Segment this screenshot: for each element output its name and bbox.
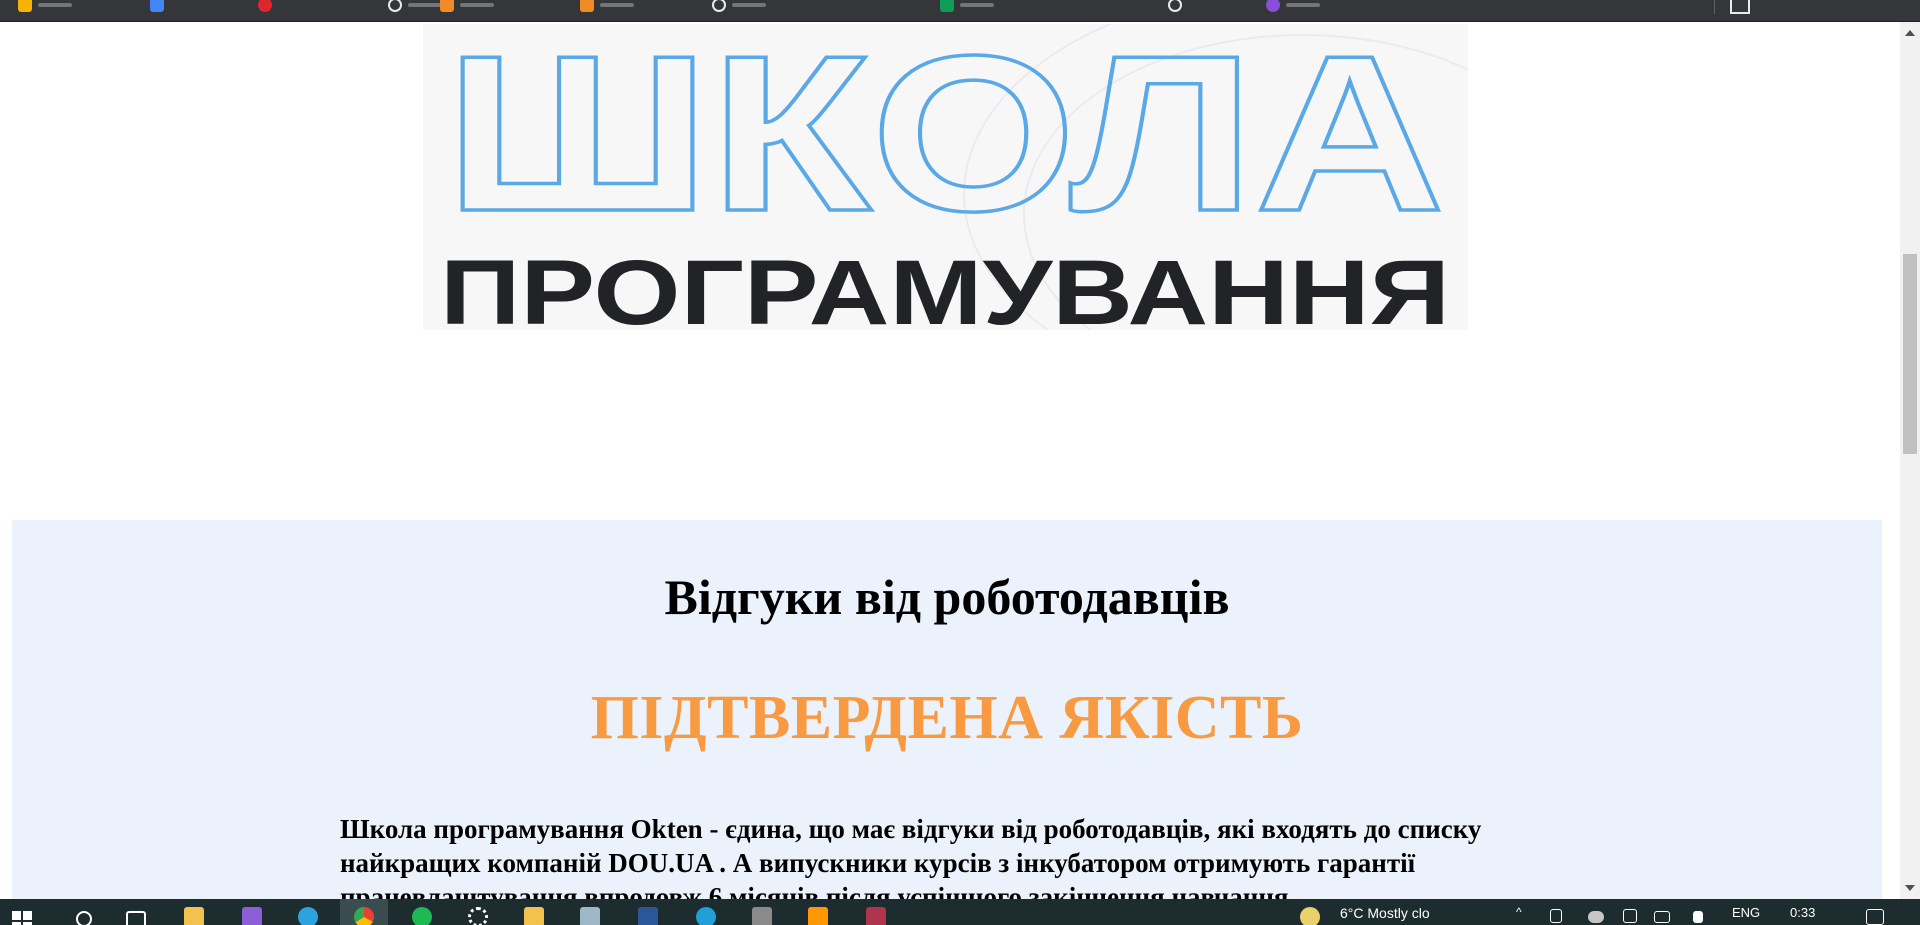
reading-list-icon[interactable] xyxy=(1730,0,1750,14)
sheets-icon xyxy=(18,0,32,12)
section-title: Відгуки від роботодавців xyxy=(664,569,1230,625)
taskbar-chrome[interactable] xyxy=(340,899,388,925)
telegram-icon xyxy=(298,907,318,925)
bookmark-orange[interactable] xyxy=(440,0,494,14)
taskbar-sublime[interactable] xyxy=(794,899,842,925)
sublime-icon xyxy=(808,907,828,925)
green-sheet-icon xyxy=(940,0,954,12)
orange-bars-icon xyxy=(440,0,454,12)
notification-icon xyxy=(1866,909,1884,925)
taskbar-task-view[interactable] xyxy=(112,899,160,925)
tray-network[interactable] xyxy=(1650,899,1674,925)
notes-icon xyxy=(524,907,544,925)
section-paragraph: Школа програмування Okten - єдина, що ма… xyxy=(340,814,1482,899)
taskbar-m-app[interactable] xyxy=(738,899,786,925)
visual-studio-icon xyxy=(242,907,262,925)
employer-reviews-section: Відгуки від роботодавців ПІДТВЕРДЕНА ЯКІ… xyxy=(12,520,1882,899)
taskbar-notes[interactable] xyxy=(510,899,558,925)
logo-title-line1: ШКОЛА xyxy=(445,24,1445,258)
bookmark-orange-2[interactable] xyxy=(580,0,634,14)
clock-time[interactable]: 0:33 xyxy=(1790,905,1815,920)
winrar-icon xyxy=(866,907,886,925)
bookmark-wordpress[interactable] xyxy=(1168,0,1182,14)
tray-icon-1[interactable] xyxy=(1544,899,1568,925)
bookmarks-bar xyxy=(0,0,1920,22)
bookmark-green-sheet[interactable] xyxy=(940,0,994,14)
taskbar-winrar[interactable] xyxy=(852,899,900,925)
page-scrollbar[interactable] xyxy=(1900,22,1920,899)
show-hidden-icons-icon[interactable]: ^ xyxy=(1516,905,1522,919)
taskbar-spotify[interactable] xyxy=(398,899,446,925)
taskbar-word[interactable] xyxy=(624,899,672,925)
weather-widget[interactable] xyxy=(1290,899,1330,925)
taskbar-file-explorer[interactable] xyxy=(170,899,218,925)
spotify-icon xyxy=(412,907,432,925)
edge-icon xyxy=(696,907,716,925)
language-indicator[interactable]: ENG xyxy=(1732,905,1760,920)
tray-volume[interactable] xyxy=(1686,899,1710,925)
tray-icon-3[interactable] xyxy=(1618,899,1642,925)
bookmark-sheets[interactable] xyxy=(18,0,72,14)
notepad-icon xyxy=(580,907,600,925)
start-button[interactable] xyxy=(0,899,48,925)
bookmark-globe[interactable] xyxy=(388,0,442,14)
task-view-icon xyxy=(126,911,146,925)
volume-icon xyxy=(1693,911,1703,923)
windows-taskbar: 6°C Mostly clo ^ ENG 0:33 xyxy=(0,899,1920,925)
red-circle-icon xyxy=(258,0,272,12)
bookmark-purple[interactable] xyxy=(1266,0,1320,14)
tray-device-icon xyxy=(1550,909,1562,923)
globe-icon-2 xyxy=(712,0,726,12)
m-app-icon xyxy=(752,907,772,925)
logo-title-line2: ПРОГРАМУВАННЯ xyxy=(440,242,1450,330)
school-logo: ШКОЛА ПРОГРАМУВАННЯ xyxy=(423,24,1468,330)
word-icon xyxy=(638,907,658,925)
scroll-thumb[interactable] xyxy=(1903,254,1917,454)
search-icon xyxy=(76,911,92,925)
tray-cloud-icon xyxy=(1588,911,1604,923)
orange-bars-icon-2 xyxy=(580,0,594,12)
scroll-down-arrow-icon[interactable] xyxy=(1905,885,1915,891)
bookmark-google[interactable] xyxy=(150,0,164,14)
bookmark-globe-2[interactable] xyxy=(712,0,766,14)
windows-logo-icon xyxy=(12,911,32,925)
weather-cloud-icon xyxy=(1300,907,1320,925)
chrome-icon xyxy=(354,907,374,925)
bookmarks-divider xyxy=(1714,0,1715,14)
notifications-button[interactable] xyxy=(1860,899,1890,925)
page-viewport: ШКОЛА ПРОГРАМУВАННЯ Відгуки від роботода… xyxy=(0,22,1900,899)
scroll-up-arrow-icon[interactable] xyxy=(1905,30,1915,36)
taskbar-visual-studio[interactable] xyxy=(228,899,276,925)
wordpress-icon xyxy=(1168,0,1182,12)
weather-text[interactable]: 6°C Mostly clo xyxy=(1340,905,1430,921)
settings-icon xyxy=(468,907,488,925)
taskbar-edge[interactable] xyxy=(682,899,730,925)
bookmark-red[interactable] xyxy=(258,0,272,14)
globe-icon xyxy=(388,0,402,12)
file-explorer-icon xyxy=(184,907,204,925)
google-apps-icon xyxy=(150,0,164,12)
tray-pen-icon xyxy=(1623,909,1637,923)
purple-circle-icon xyxy=(1266,0,1280,12)
taskbar-search[interactable] xyxy=(60,899,108,925)
logo-svg: ШКОЛА ПРОГРАМУВАННЯ xyxy=(440,24,1450,330)
tray-icon-2[interactable] xyxy=(1584,899,1608,925)
section-subtitle: ПІДТВЕРДЕНА ЯКІСТЬ xyxy=(590,684,1304,752)
taskbar-telegram[interactable] xyxy=(284,899,332,925)
taskbar-notepad[interactable] xyxy=(566,899,614,925)
network-icon xyxy=(1654,911,1670,923)
taskbar-settings[interactable] xyxy=(454,899,502,925)
